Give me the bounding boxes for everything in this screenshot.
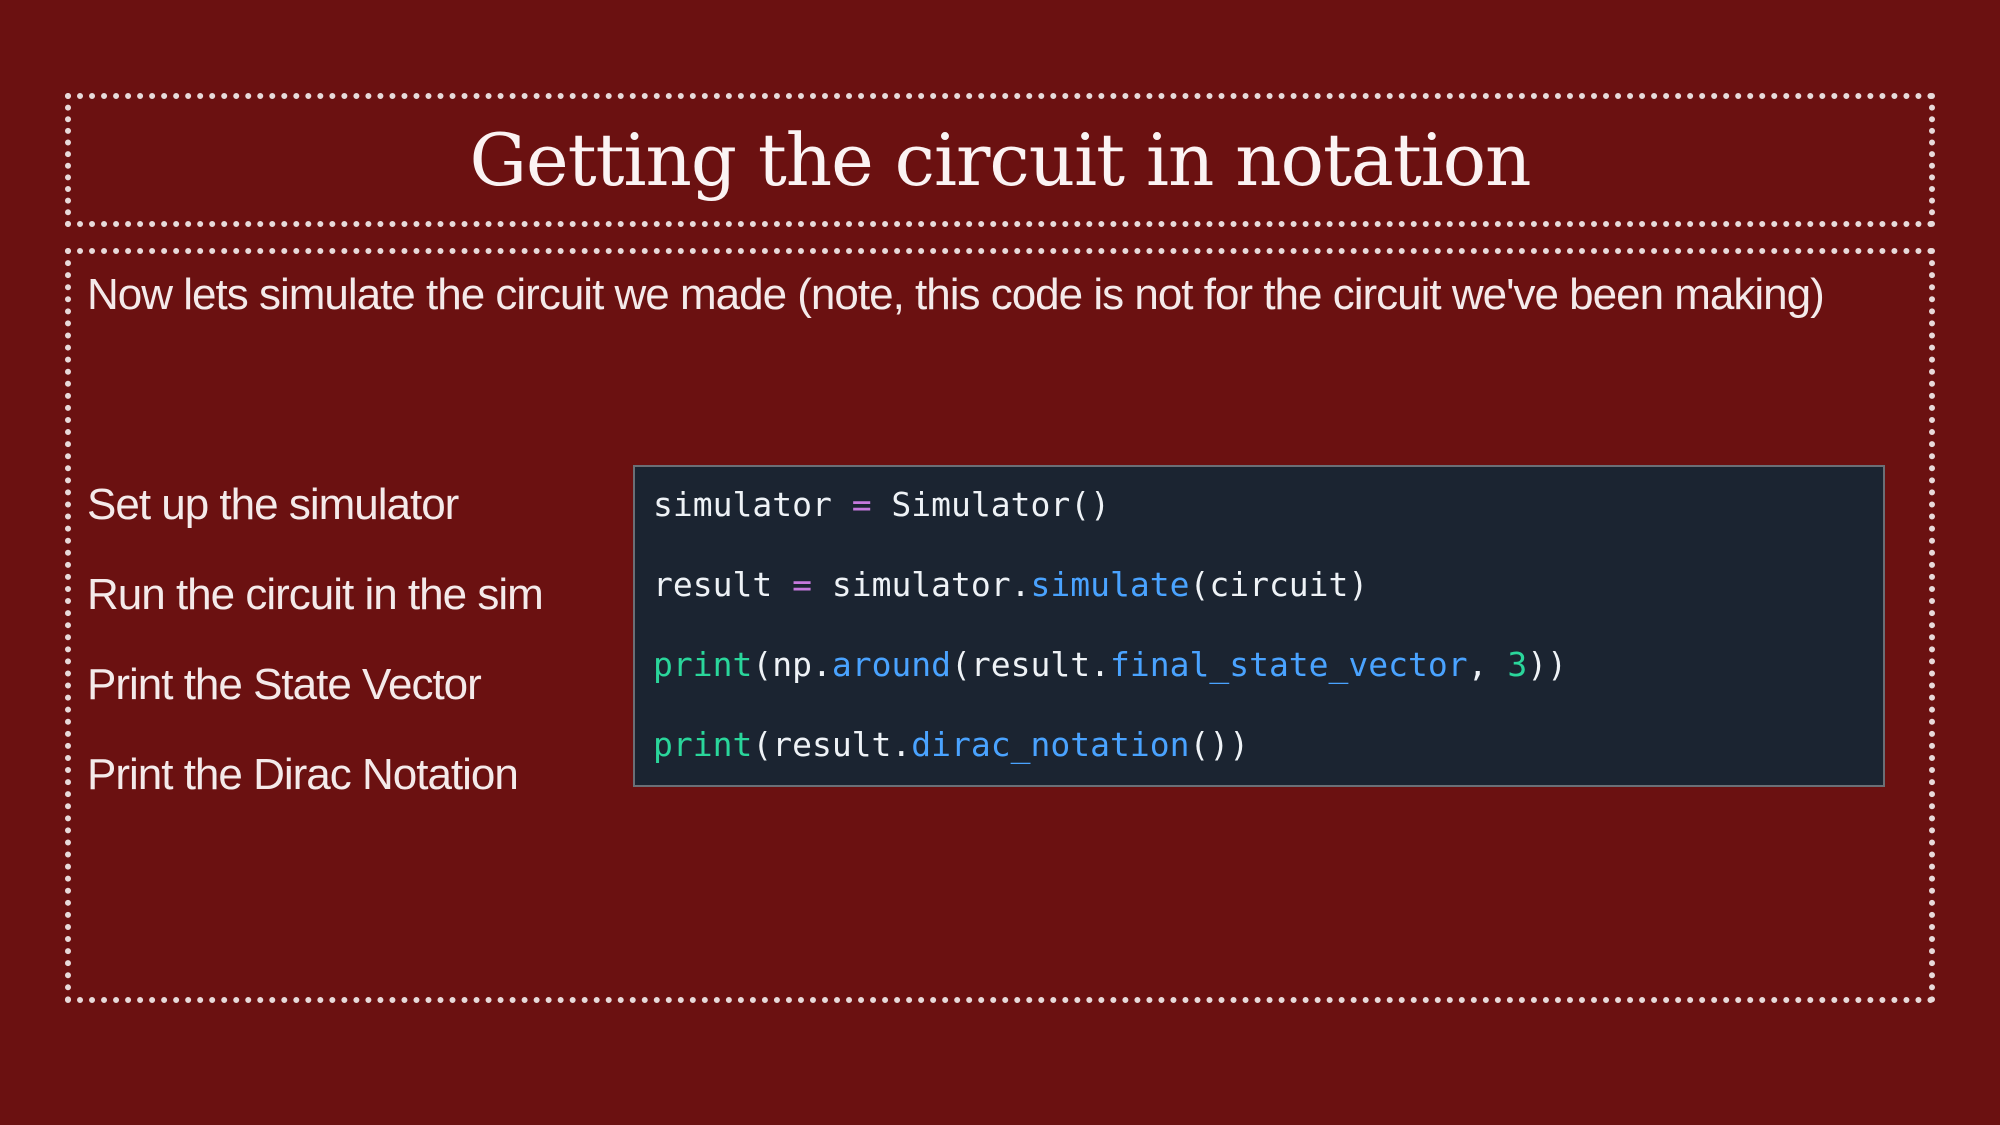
code-line-result: result = simulator.simulate(circuit) <box>653 565 1368 605</box>
step-print-dirac-notation: Print the Dirac Notation <box>87 750 519 799</box>
code-token: simulator. <box>811 565 1031 604</box>
code-token: (np. <box>752 645 832 684</box>
code-number: 3 <box>1507 645 1528 684</box>
code-function: final_state_vector <box>1110 645 1468 684</box>
slide-title: Getting the circuit in notation <box>469 118 1531 202</box>
code-token: Simulator() <box>871 485 1110 524</box>
code-keyword: print <box>653 725 753 764</box>
step-setup-simulator: Set up the simulator <box>87 480 459 529</box>
code-token: (result. <box>752 725 912 764</box>
code-line-simulator: simulator = Simulator() <box>653 485 1110 525</box>
code-token: ()) <box>1189 725 1250 764</box>
code-token: )) <box>1527 645 1567 684</box>
steps-list: Set up the simulator Run the circuit in … <box>87 460 544 820</box>
code-operator: = <box>792 565 812 604</box>
code-block: simulator = Simulator() result = simulat… <box>633 465 1885 787</box>
code-token: simulator <box>653 485 832 524</box>
code-line-print-state-vector: print(np.around(result.final_state_vecto… <box>653 645 1567 685</box>
code-token: , <box>1467 645 1508 684</box>
code-token: (circuit) <box>1189 565 1369 604</box>
code-token: (result. <box>951 645 1110 684</box>
code-function: simulate <box>1030 565 1190 604</box>
step-run-circuit: Run the circuit in the sim <box>87 570 544 619</box>
code-function: around <box>831 645 952 684</box>
code-operator: = <box>851 485 872 524</box>
code-token: result <box>653 565 773 604</box>
code-function: dirac_notation <box>911 725 1190 764</box>
step-print-state-vector: Print the State Vector <box>87 660 482 709</box>
code-keyword: print <box>653 645 753 684</box>
intro-text: Now lets simulate the circuit we made (n… <box>87 270 1825 319</box>
code-line-print-dirac: print(result.dirac_notation()) <box>653 725 1249 765</box>
